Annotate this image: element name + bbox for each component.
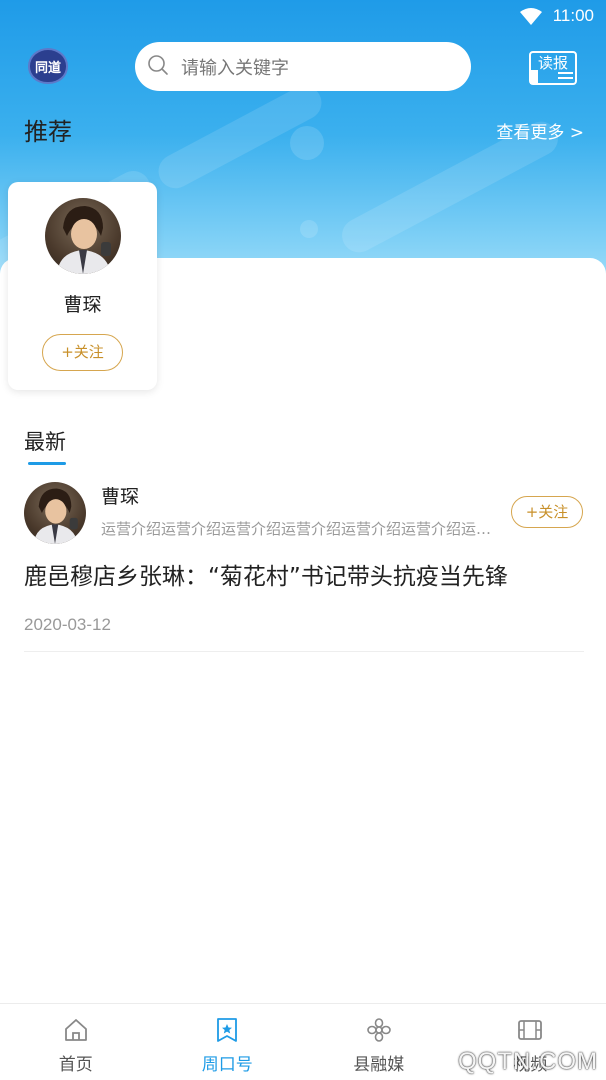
app-logo[interactable]: 同道 — [28, 48, 68, 84]
view-more-link[interactable]: 查看更多 > — [496, 118, 584, 143]
post-follow-button[interactable]: +关注 — [511, 496, 583, 528]
recommend-title: 推荐 — [24, 118, 72, 146]
status-bar: 11:00 — [0, 0, 606, 34]
avatar[interactable] — [45, 198, 121, 274]
post-author-description: 运营介绍运营介绍运营介绍运营介绍运营介绍运营介绍运营介绍 — [101, 520, 493, 538]
film-icon — [518, 1020, 543, 1040]
recommend-card[interactable]: 曹琛 +关注 — [8, 182, 157, 390]
tab-label: 首页 — [58, 1055, 93, 1075]
search-bar[interactable]: 请输入关键字 — [135, 42, 471, 91]
flower-icon — [366, 1018, 391, 1042]
status-time: 11:00 — [552, 6, 594, 25]
author-avatar[interactable] — [24, 482, 86, 544]
tab-label: 周口号 — [201, 1055, 253, 1075]
latest-tab-indicator — [28, 462, 66, 465]
latest-title: 最新 — [24, 430, 66, 454]
search-icon — [147, 54, 169, 80]
read-button-label: 读报 — [538, 54, 568, 72]
read-newspaper-button[interactable]: 读报 — [528, 48, 578, 86]
divider — [24, 651, 584, 652]
wifi-icon — [520, 8, 542, 30]
newspaper-icon: 读报 — [529, 51, 577, 85]
search-placeholder: 请输入关键字 — [181, 57, 289, 79]
follow-button[interactable]: +关注 — [42, 334, 123, 371]
tab-label: 县融媒 — [353, 1055, 405, 1075]
recommend-name: 曹琛 — [63, 294, 102, 316]
post-headline[interactable]: 鹿邑穆店乡张琳：“菊花村”书记带头抗疫当先锋 — [24, 557, 594, 591]
bookmark-star-icon — [217, 1018, 238, 1042]
post-author-name[interactable]: 曹琛 — [101, 482, 139, 509]
post-date: 2020-03-12 — [24, 615, 111, 634]
tab-zhoukouhao[interactable]: 周口号 — [152, 1004, 304, 1080]
tab-home[interactable]: 首页 — [0, 1004, 152, 1080]
home-icon — [64, 1019, 87, 1041]
tab-county-media[interactable]: 县融媒 — [303, 1004, 455, 1080]
logo-text: 同道 — [34, 60, 61, 76]
watermark: QQTN.COM — [458, 1048, 598, 1075]
